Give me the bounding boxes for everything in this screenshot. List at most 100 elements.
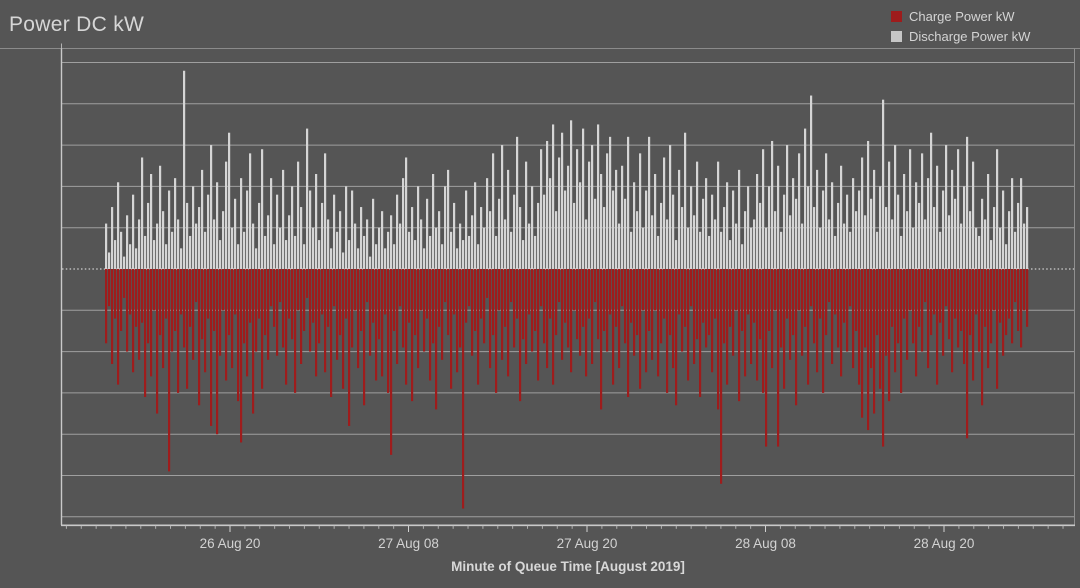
discharge-bar bbox=[768, 186, 770, 269]
discharge-bar bbox=[306, 129, 308, 269]
charge-bar bbox=[813, 269, 815, 343]
charge-bar bbox=[837, 269, 839, 347]
discharge-bar bbox=[1017, 203, 1019, 269]
charge-bar bbox=[807, 269, 809, 385]
discharge-bar bbox=[846, 195, 848, 269]
charge-bar bbox=[477, 269, 479, 385]
charge-bar bbox=[483, 269, 485, 343]
discharge-bar bbox=[645, 191, 647, 269]
charge-bar bbox=[759, 269, 761, 339]
discharge-bar bbox=[915, 182, 917, 269]
charge-bar bbox=[966, 269, 968, 438]
discharge-bar bbox=[279, 228, 281, 269]
charge-bar bbox=[660, 269, 662, 343]
discharge-bar bbox=[627, 137, 629, 269]
discharge-bar bbox=[144, 236, 146, 269]
discharge-bar bbox=[780, 232, 782, 269]
discharge-bar bbox=[123, 257, 125, 269]
charge-bar bbox=[132, 269, 134, 372]
charge-bar bbox=[177, 269, 179, 393]
discharge-bar bbox=[834, 236, 836, 269]
discharge-bar bbox=[804, 129, 806, 269]
discharge-bar bbox=[465, 191, 467, 269]
charge-bar bbox=[819, 269, 821, 319]
charge-bar bbox=[381, 269, 383, 376]
charge-bar bbox=[681, 269, 683, 352]
charge-bar bbox=[591, 269, 593, 364]
discharge-bar bbox=[450, 232, 452, 269]
charge-bar bbox=[141, 269, 143, 323]
discharge-bar bbox=[546, 141, 548, 269]
discharge-bar bbox=[225, 162, 227, 269]
discharge-bar bbox=[387, 232, 389, 269]
discharge-bar bbox=[423, 248, 425, 269]
charge-bar bbox=[225, 269, 227, 381]
charge-bar bbox=[711, 269, 713, 372]
discharge-bar bbox=[870, 199, 872, 269]
charge-bar bbox=[231, 269, 233, 368]
charge-bar bbox=[312, 269, 314, 323]
charge-bars[interactable] bbox=[105, 269, 1028, 509]
discharge-bar bbox=[819, 228, 821, 269]
charge-bar bbox=[129, 269, 131, 314]
charge-bar bbox=[897, 269, 899, 343]
charge-bar bbox=[153, 269, 155, 310]
charge-bar bbox=[999, 269, 1001, 323]
power-bar-chart-canvas[interactable]: 26 Aug 2027 Aug 0827 Aug 2028 Aug 0828 A… bbox=[0, 0, 1080, 588]
charge-bar bbox=[474, 269, 476, 331]
charge-bar bbox=[174, 269, 176, 331]
charge-bar bbox=[264, 269, 266, 335]
charge-bar bbox=[888, 269, 890, 401]
charge-bar bbox=[933, 269, 935, 314]
discharge-bars[interactable] bbox=[105, 71, 1028, 269]
charge-bar bbox=[237, 269, 239, 401]
charge-bar bbox=[288, 269, 290, 319]
charge-bar bbox=[279, 269, 281, 302]
charge-bar bbox=[750, 269, 752, 364]
discharge-bar bbox=[738, 170, 740, 269]
discharge-bar bbox=[996, 149, 998, 269]
charge-bar bbox=[342, 269, 344, 389]
discharge-bar bbox=[354, 224, 356, 269]
charge-bar bbox=[690, 269, 692, 306]
charge-bar bbox=[204, 269, 206, 372]
charge-bar bbox=[426, 269, 428, 319]
charge-bar bbox=[630, 269, 632, 323]
charge-bar bbox=[885, 269, 887, 356]
charge-bar bbox=[867, 269, 869, 430]
discharge-bar bbox=[615, 170, 617, 269]
charge-bar bbox=[156, 269, 158, 414]
charge-bar bbox=[618, 269, 620, 368]
charge-bar bbox=[138, 269, 140, 360]
discharge-bar bbox=[348, 240, 350, 269]
discharge-bar bbox=[480, 207, 482, 269]
discharge-bar bbox=[492, 153, 494, 269]
discharge-bar bbox=[558, 157, 560, 269]
charge-bar bbox=[930, 269, 932, 335]
discharge-bar bbox=[1005, 244, 1007, 269]
discharge-bar bbox=[789, 215, 791, 269]
discharge-bar bbox=[579, 182, 581, 269]
charge-bar bbox=[108, 269, 110, 306]
charge-bar bbox=[786, 269, 788, 319]
discharge-bar bbox=[705, 178, 707, 269]
charge-bar bbox=[390, 269, 392, 455]
discharge-bar bbox=[597, 124, 599, 269]
charge-bar bbox=[234, 269, 236, 314]
discharge-bar bbox=[366, 219, 368, 269]
discharge-bar bbox=[687, 228, 689, 269]
charge-bar bbox=[504, 269, 506, 327]
charge-bar bbox=[309, 269, 311, 352]
charge-bar bbox=[363, 269, 365, 405]
charge-bar bbox=[738, 269, 740, 401]
charge-bar bbox=[117, 269, 119, 385]
charge-bar bbox=[624, 269, 626, 343]
charge-bar bbox=[687, 269, 689, 381]
discharge-bar bbox=[861, 157, 863, 269]
discharge-bar bbox=[576, 149, 578, 269]
charge-bar bbox=[252, 269, 254, 414]
charge-bar bbox=[114, 269, 116, 319]
discharge-bar bbox=[795, 199, 797, 269]
charge-bar bbox=[441, 269, 443, 360]
charge-bar bbox=[336, 269, 338, 360]
